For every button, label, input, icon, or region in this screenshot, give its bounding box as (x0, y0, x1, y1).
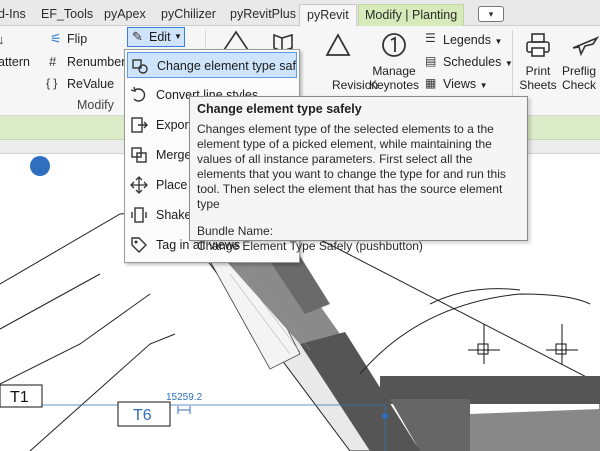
tab-pychilizer[interactable]: pyChilizer (161, 4, 216, 26)
keynote-icon (382, 33, 406, 57)
shake-icon (131, 207, 147, 223)
menu-item-label: Merge (156, 148, 192, 162)
tag-t6: T6 (133, 407, 152, 424)
tooltip-bundle-value: Change Element Type Safely (pushbutton) (197, 239, 423, 253)
tab-pyapex[interactable]: pyApex (104, 4, 146, 26)
legends-icon: ☰ (425, 31, 436, 45)
legends-button[interactable]: Legends ▼ (443, 33, 502, 47)
views-button[interactable]: Views ▼ (443, 77, 488, 91)
tag-icon (131, 237, 147, 253)
edit-dropdown-button[interactable]: ✎ Edit ▼ (127, 27, 185, 47)
revision-icon (325, 33, 351, 56)
flip-button[interactable]: Flip (67, 32, 87, 46)
menu-item-label: Change element type safely (157, 59, 297, 73)
menu-item-change-element-type[interactable]: Change element type safely (127, 52, 297, 78)
panel-title-modify: Modify (77, 98, 114, 112)
schedules-button[interactable]: Schedules ▼ (443, 55, 513, 69)
revit-window: d-Ins EF_Tools pyApex pyChilizer pyRevit… (0, 0, 600, 451)
ribbon-minimize-control[interactable]: ▾ (478, 6, 504, 22)
chevron-down-icon: ▼ (494, 37, 503, 46)
arrow-icon: ↓ (0, 32, 5, 47)
preflight-check-button[interactable]: Preflig Check (562, 64, 600, 92)
export-icon (131, 117, 148, 133)
manage-keynotes-button[interactable]: Manage Keynotes (366, 64, 422, 92)
chevron-down-icon: ▼ (174, 32, 182, 41)
menu-item-label: Export (156, 118, 193, 132)
chevron-down-icon: ▾ (488, 9, 494, 19)
tab-ef-tools[interactable]: EF_Tools (41, 4, 93, 26)
views-label: Views (443, 77, 477, 91)
chevron-down-icon: ▼ (479, 81, 488, 90)
move-icon (130, 176, 148, 194)
change-type-icon (132, 59, 148, 74)
tooltip-title: Change element type safely (197, 102, 362, 116)
views-icon: ▦ (425, 76, 437, 90)
tab-modify-planting[interactable]: Modify | Planting (358, 4, 465, 26)
tooltip-change-element-type: Change element type safely Changes eleme… (189, 96, 528, 253)
edit-button-label: Edit (149, 30, 171, 44)
tab-pyrevit[interactable]: pyRevit (299, 4, 357, 26)
tooltip-description: Changes element type of the selected ele… (197, 122, 506, 211)
tooltip-bundle-label: Bundle Name: (197, 224, 274, 238)
hash-icon: # (49, 54, 57, 69)
convert-icon (130, 86, 146, 102)
pencil-icon: ✎ (132, 29, 143, 44)
tab-addins[interactable]: d-Ins (0, 4, 26, 26)
view-marker-icon (30, 156, 50, 176)
ribbon-tab-bar: d-Ins EF_Tools pyApex pyChilizer pyRevit… (0, 0, 600, 26)
tag-t1: T1 (10, 389, 29, 406)
schedules-icon: ▤ (425, 54, 437, 68)
print-sheets-button[interactable]: Print Sheets (516, 64, 560, 92)
schedules-label: Schedules (443, 55, 502, 69)
tab-pyrevitplus[interactable]: pyRevitPlus (230, 4, 296, 26)
airplane-icon (572, 36, 599, 57)
pattern-button[interactable]: attern (0, 55, 30, 69)
flip-icon: ⚟ (50, 31, 62, 46)
revalue-button[interactable]: ReValue (67, 77, 114, 91)
merge-icon (131, 147, 147, 163)
legends-label: Legends (443, 33, 491, 47)
dimension-value: 15259.2 (166, 392, 203, 403)
renumber-button[interactable]: Renumber (67, 55, 125, 69)
braces-icon: { } (46, 76, 58, 90)
printer-icon (526, 33, 550, 57)
